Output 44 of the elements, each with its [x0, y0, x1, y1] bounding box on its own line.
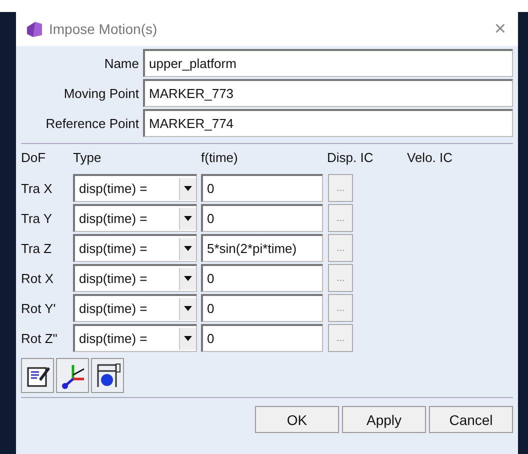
type-dropdown[interactable]: disp(time) =: [73, 204, 197, 232]
column-header: f(time): [201, 150, 239, 167]
tool-button[interactable]: [91, 358, 124, 393]
type-dropdown[interactable]: disp(time) =: [73, 294, 197, 322]
tool-button[interactable]: [21, 358, 54, 393]
caret-icon: [184, 246, 192, 251]
function-field[interactable]: 0: [201, 264, 323, 292]
caret-icon: [184, 336, 192, 341]
dof-label: Tra X: [21, 180, 54, 196]
column-header: Type: [73, 150, 102, 167]
field-label: Moving Point: [62, 86, 139, 100]
caret-icon: [184, 186, 192, 191]
column-header: DoF: [21, 150, 47, 167]
type-dropdown[interactable]: disp(time) =: [73, 174, 197, 202]
dialog-button[interactable]: Cancel: [429, 406, 513, 433]
dof-label: Tra Z: [21, 240, 53, 256]
close-button[interactable]: ×: [490, 18, 510, 40]
dof-label: Rot Z": [21, 330, 58, 346]
window-title: Impose Motion(s): [49, 21, 158, 37]
text-field[interactable]: MARKER_773: [143, 79, 513, 107]
function-field[interactable]: 5*sin(2*pi*time): [201, 234, 323, 262]
text-field[interactable]: upper_platform: [143, 49, 513, 77]
app-logo-icon: [25, 21, 43, 37]
type-dropdown[interactable]: disp(time) =: [73, 264, 197, 292]
text-field[interactable]: MARKER_774: [143, 109, 513, 137]
field-label: Name: [103, 56, 139, 70]
type-dropdown[interactable]: disp(time) =: [73, 234, 197, 262]
type-dropdown[interactable]: disp(time) =: [73, 324, 197, 352]
tool-button[interactable]: [56, 358, 89, 393]
field-label: Reference Point: [44, 116, 139, 130]
function-field[interactable]: 0: [201, 174, 323, 202]
dof-label: Tra Y: [21, 210, 54, 226]
dialog-button[interactable]: OK: [255, 406, 339, 433]
column-header: Disp. IC: [327, 150, 374, 167]
dof-label: Rot X: [21, 270, 55, 286]
caret-icon: [184, 276, 192, 281]
caret-icon: [184, 216, 192, 221]
column-header: Velo. IC: [407, 150, 454, 167]
function-field[interactable]: 0: [201, 204, 323, 232]
function-field[interactable]: 0: [201, 294, 323, 322]
caret-icon: [184, 306, 192, 311]
dof-label: Rot Y': [21, 300, 57, 316]
function-field[interactable]: 0: [201, 324, 323, 352]
dialog-button[interactable]: Apply: [342, 406, 426, 433]
